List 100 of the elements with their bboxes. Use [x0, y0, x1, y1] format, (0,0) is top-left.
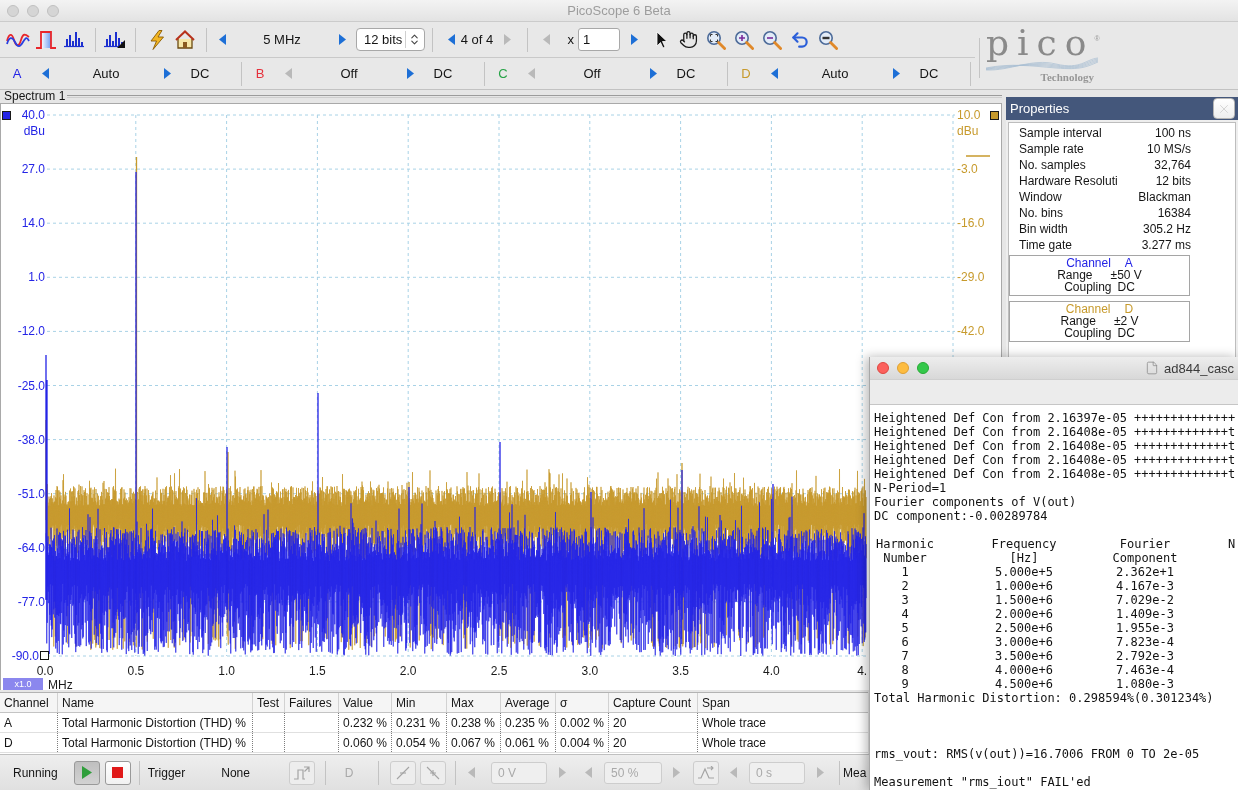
range-label: Range	[1060, 315, 1096, 327]
column-header[interactable]: Span	[697, 693, 868, 712]
stop-button[interactable]	[104, 760, 131, 785]
run-state-label: Running	[13, 765, 58, 780]
column-header[interactable]: Test	[252, 693, 284, 712]
table-cell: 1.080e-3	[1116, 677, 1174, 691]
column-header[interactable]: Failures	[284, 693, 338, 712]
up-down-chevron-icon	[408, 33, 421, 46]
lightning-icon[interactable]	[149, 29, 165, 50]
zoom-out-icon[interactable]	[762, 29, 782, 50]
axis-label: 14.0	[21, 216, 45, 231]
right-arrow-icon[interactable]	[163, 68, 171, 79]
log-line: Fourier components of V(out)	[874, 495, 1077, 509]
property-label: No. bins	[1019, 206, 1064, 220]
column-header[interactable]: σ	[555, 693, 608, 712]
range-value: Auto	[92, 65, 120, 82]
pulse-icon	[293, 765, 310, 780]
table-cell: 4	[901, 607, 909, 621]
range-value: Off	[340, 65, 358, 82]
left-arrow-icon[interactable]	[218, 34, 226, 45]
square-wave-icon[interactable]	[36, 30, 56, 49]
axis-label: -25.0	[17, 378, 45, 393]
magnifier-icon[interactable]	[818, 29, 838, 50]
column-header[interactable]: Max	[446, 693, 500, 712]
right-arrow-icon[interactable]	[630, 34, 638, 45]
pointer-icon[interactable]	[656, 30, 668, 49]
column-header: Number	[883, 551, 927, 565]
home-icon[interactable]	[175, 30, 195, 49]
column-header[interactable]: Value	[338, 693, 391, 712]
column-header[interactable]: Average	[500, 693, 555, 712]
buffer-counter: 4 of 4	[460, 31, 494, 48]
column-header: [Hz]	[1009, 551, 1039, 565]
axis-label: 3.0	[581, 664, 599, 678]
run-button[interactable]	[73, 760, 100, 785]
table-cell: 0.067 %	[446, 733, 500, 752]
table-cell: 0.235 %	[500, 713, 555, 732]
close-button[interactable]	[1213, 98, 1235, 119]
range-value: Off	[583, 65, 601, 82]
coupling-value: DC	[190, 65, 210, 82]
right-arrow-icon[interactable]	[649, 68, 657, 79]
right-arrow-icon[interactable]	[338, 34, 346, 45]
undo-icon[interactable]	[790, 29, 810, 50]
log-line: Heightened Def Con from 2.16408e-05 +++++++++++++t	[874, 453, 1236, 467]
channel-label: D	[741, 65, 751, 82]
table-cell: 1.500e+6	[995, 593, 1053, 607]
hand-icon[interactable]	[678, 30, 698, 49]
log-line: Heightened Def Con from 2.16397e-05 ++++++++++++++	[874, 411, 1236, 425]
property-label: Window	[1019, 190, 1062, 204]
axis-label: -38.0	[17, 432, 45, 447]
range-value: ±50 V	[1110, 269, 1142, 281]
column-header[interactable]: Min	[391, 693, 446, 712]
column-header: Harmonic	[876, 537, 934, 551]
table-cell: 6	[901, 635, 909, 649]
axis-label: 1.5	[309, 664, 326, 678]
measurements-label: Mea	[842, 765, 867, 780]
coupling-value: DC	[433, 65, 453, 82]
channel-marker-icon	[2, 111, 11, 120]
axis-label: -3.0	[957, 162, 978, 177]
table-cell: 1.409e-3	[1116, 607, 1174, 621]
channel-label: A	[12, 65, 22, 82]
bar-graph-icon[interactable]	[63, 31, 85, 48]
coupling-label: Coupling	[1064, 327, 1112, 339]
left-arrow-icon[interactable]	[41, 68, 49, 79]
zoom-badge: x1.0	[3, 678, 43, 690]
right-arrow-icon[interactable]	[892, 68, 900, 79]
right-arrow-icon[interactable]	[406, 68, 414, 79]
property-value: 100 ns	[1154, 126, 1191, 140]
axis-label: -64.0	[17, 540, 45, 555]
table-cell: 2.500e+6	[995, 621, 1053, 635]
channel-letter: D	[1124, 303, 1134, 315]
axis-label: 27.0	[21, 162, 45, 177]
coupling-value: DC	[919, 65, 939, 82]
table-cell: 2.000e+6	[995, 607, 1053, 621]
table-cell: 20	[608, 713, 697, 732]
left-arrow-icon[interactable]	[447, 34, 455, 45]
column-header[interactable]: Name	[57, 693, 252, 712]
left-arrow-icon[interactable]	[770, 68, 778, 79]
zoom-in-icon[interactable]	[734, 29, 754, 50]
channel-title: Channel	[1065, 303, 1111, 315]
property-value: 10 MS/s	[1147, 142, 1191, 156]
table-cell: 3	[901, 593, 909, 607]
column-header[interactable]: Channel	[0, 693, 57, 712]
resolution-select[interactable]: 12 bits	[356, 28, 425, 51]
column-header: Fourier	[1119, 537, 1171, 551]
table-cell: Total Harmonic Distortion (THD) %	[57, 713, 252, 732]
zoom-button[interactable]	[917, 362, 929, 374]
table-cell: 2	[901, 579, 909, 593]
close-button[interactable]	[877, 362, 889, 374]
window-title: ad844_casc	[1164, 360, 1235, 376]
column-header[interactable]: Capture Count	[608, 693, 697, 712]
edge-icon	[395, 765, 410, 780]
column-header: Component	[1112, 551, 1178, 565]
bar-graph-icon[interactable]	[103, 31, 125, 48]
zoom-field[interactable]: 1	[578, 28, 620, 51]
sine-wave-icon[interactable]	[6, 31, 30, 48]
axis-label: 4.	[857, 664, 868, 678]
window-title: PicoScope 6 Beta	[567, 3, 671, 18]
zoom-area-icon[interactable]	[706, 29, 726, 50]
property-label: No. samples	[1019, 158, 1086, 172]
axis-label: 1.0	[28, 270, 45, 285]
